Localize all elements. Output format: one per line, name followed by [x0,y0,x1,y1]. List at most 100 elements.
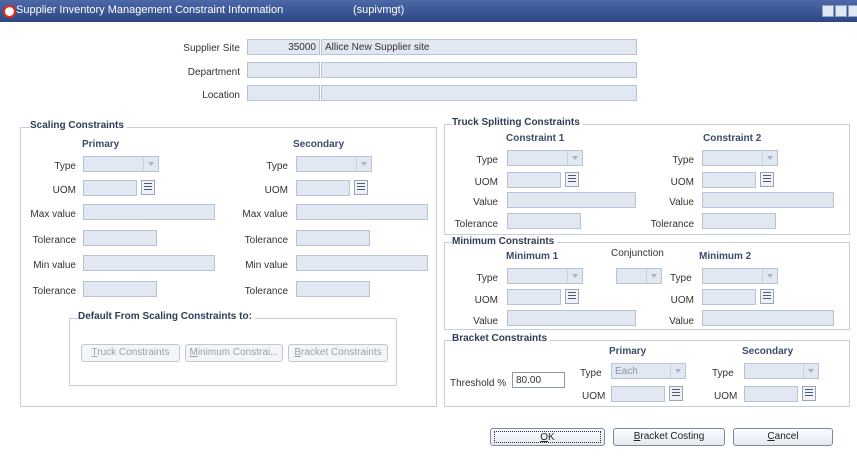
min1-uom-field[interactable] [507,289,561,305]
truck-constraints-button[interactable]: Truck Constraints [81,344,180,362]
supplier-site-label: Supplier Site [183,43,240,54]
lov-list-icon[interactable] [354,180,368,195]
dialog-window: Supplier Inventory Management Constraint… [0,0,857,464]
minimum-constraints-button[interactable]: Minimum Constrai... [185,344,283,362]
minimize-icon[interactable] [822,5,834,17]
scaling-primary-min-field[interactable] [83,255,215,271]
scaling-secondary-max-field[interactable] [296,204,428,220]
scaling-secondary-tolerance2-field[interactable] [296,281,370,297]
bracket-secondary-header: Secondary [742,346,794,357]
dropdown-arrow-icon [567,151,582,165]
min2-uom-field[interactable] [702,289,756,305]
min1-type-select[interactable] [507,268,583,284]
truck-c2-uom-label: UOM [670,177,694,188]
location-label: Location [202,90,240,101]
dropdown-arrow-icon [143,157,158,171]
scaling-secondary-uom-field[interactable] [296,180,350,196]
scaling-primary-type-select[interactable] [83,156,159,172]
location-id-field[interactable] [247,85,320,101]
lov-list-icon[interactable] [802,386,816,401]
min1-type-label: Type [476,273,498,284]
lov-list-icon[interactable] [760,289,774,304]
department-id-field[interactable] [247,62,320,78]
supplier-site-id-field[interactable]: 35000 [247,39,320,55]
bracket-primary-type-label: Type [580,368,602,379]
truck-c2-value-field[interactable] [702,192,834,208]
dropdown-arrow-icon [670,364,685,378]
bracket-costing-button[interactable]: Bracket Costing [613,428,725,446]
min1-value-label: Value [473,316,498,327]
truck-c2-type-select[interactable] [702,150,778,166]
dropdown-arrow-icon [762,151,777,165]
truck-c2-type-label: Type [672,155,694,166]
supplier-site-name-field[interactable]: Allice New Supplier site [321,39,637,55]
department-label: Department [187,67,240,78]
truck-c1-uom-field[interactable] [507,172,561,188]
scaling-secondary-max-label: Max value [242,209,288,220]
truck-c2-tolerance-field[interactable] [702,213,776,229]
scaling-secondary-tolerance-label: Tolerance [244,235,288,246]
scaling-primary-tolerance-field[interactable] [83,230,157,246]
min2-type-label: Type [670,273,692,284]
min1-value-field[interactable] [507,310,636,326]
bracket-primary-header: Primary [609,346,647,357]
cancel-button[interactable]: Cancel [733,428,833,446]
bracket-primary-type-value: Each [615,366,638,377]
scaling-primary-tolerance2-field[interactable] [83,281,157,297]
dropdown-arrow-icon [803,364,818,378]
dropdown-arrow-icon [567,269,582,283]
minimum1-header: Minimum 1 [506,251,559,262]
bracket-constraints-button[interactable]: Bracket Constraints [288,344,388,362]
department-name-field[interactable] [321,62,637,78]
window-title: Supplier Inventory Management Constraint… [16,4,284,16]
truck-c1-type-select[interactable] [507,150,583,166]
bracket-secondary-uom-field[interactable] [744,386,798,402]
scaling-primary-tolerance2-label: Tolerance [32,286,76,297]
scaling-secondary-min-label: Min value [245,260,288,271]
truck-c1-value-field[interactable] [507,192,636,208]
scaling-secondary-header: Secondary [293,139,345,150]
min2-type-select[interactable] [702,268,778,284]
bracket-secondary-uom-label: UOM [714,391,738,402]
bracket-primary-type-select[interactable]: Each [611,363,686,379]
min1-uom-label: UOM [474,295,498,306]
truck-c2-uom-field[interactable] [702,172,756,188]
minimum2-header: Minimum 2 [699,251,752,262]
truck-splitting-title: Truck Splitting Constraints [452,117,583,128]
dropdown-arrow-icon [356,157,371,171]
window-subtitle: (supivmgt) [353,4,405,16]
dropdown-arrow-icon [762,269,777,283]
truck-c2-tolerance-label: Tolerance [650,219,694,230]
scaling-secondary-min-field[interactable] [296,255,428,271]
maximize-icon[interactable] [835,5,847,17]
lov-list-icon[interactable] [141,180,155,195]
truck-constraint1-header: Constraint 1 [506,133,565,144]
lov-list-icon[interactable] [760,172,774,187]
scaling-primary-header: Primary [82,139,120,150]
min2-uom-label: UOM [670,295,694,306]
scaling-primary-max-field[interactable] [83,204,215,220]
scaling-primary-uom-field[interactable] [83,180,137,196]
scaling-secondary-tolerance2-label: Tolerance [244,286,288,297]
lov-list-icon[interactable] [565,289,579,304]
bracket-primary-uom-field[interactable] [611,386,665,402]
truck-c1-type-label: Type [476,155,498,166]
location-name-field[interactable] [321,85,637,101]
bracket-secondary-type-label: Type [712,368,734,379]
lov-list-icon[interactable] [669,386,683,401]
min2-value-label: Value [669,316,694,327]
min2-value-field[interactable] [702,310,834,326]
close-icon[interactable] [848,5,857,17]
oracle-logo-icon [3,5,16,18]
default-from-scaling-title: Default From Scaling Constraints to: [78,311,255,322]
truck-c1-tolerance-field[interactable] [507,213,581,229]
lov-list-icon[interactable] [565,172,579,187]
bracket-secondary-type-select[interactable] [744,363,819,379]
threshold-field[interactable]: 80.00 [512,372,565,388]
scaling-primary-type-label: Type [54,161,76,172]
conjunction-select[interactable] [616,268,662,284]
bracket-primary-uom-label: UOM [582,391,606,402]
scaling-secondary-tolerance-field[interactable] [296,230,370,246]
scaling-secondary-type-select[interactable] [296,156,372,172]
ok-button[interactable]: OK [490,428,605,446]
